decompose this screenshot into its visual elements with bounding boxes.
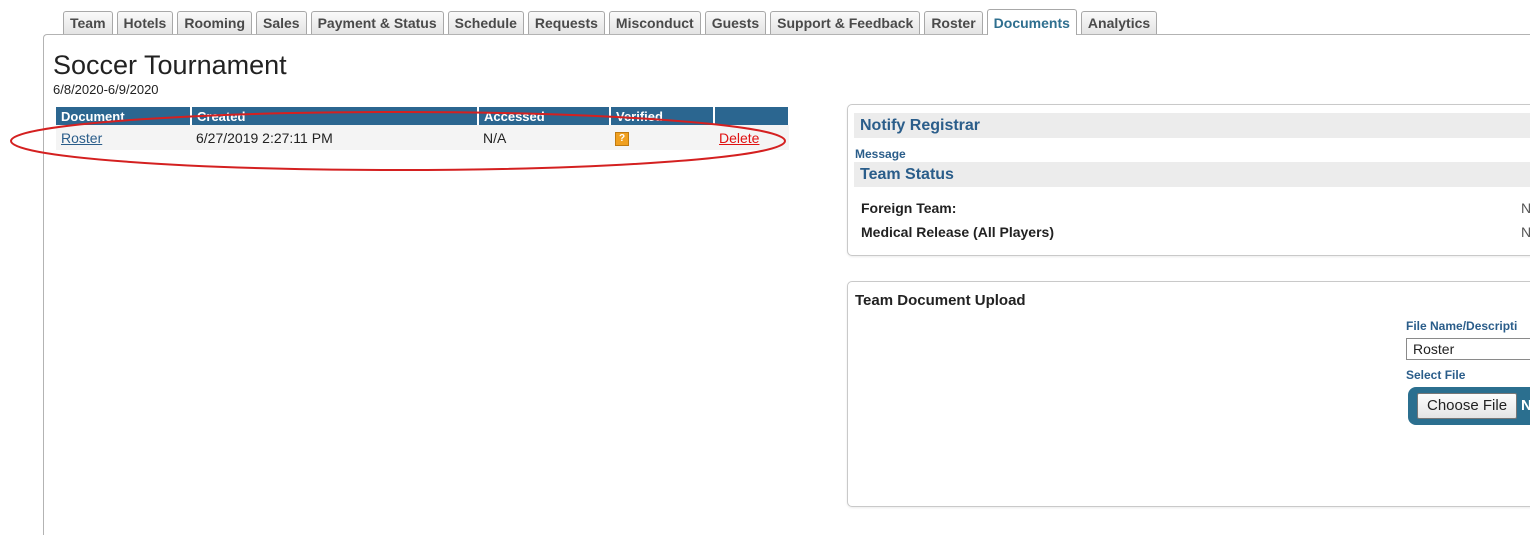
tab-analytics[interactable]: Analytics: [1080, 11, 1158, 35]
document-upload-card: Team Document Upload File Name/Descripti…: [847, 281, 1530, 507]
tab-hotels[interactable]: Hotels: [116, 11, 174, 35]
tab-support-feedback[interactable]: Support & Feedback: [770, 11, 921, 35]
document-link[interactable]: Roster: [61, 130, 102, 146]
team-status-header: Team Status: [854, 162, 1530, 187]
tab-rooming[interactable]: Rooming: [177, 11, 252, 35]
unverified-icon[interactable]: ?: [615, 131, 629, 146]
tab-sales[interactable]: Sales: [256, 11, 307, 35]
choose-file-button[interactable]: Choose File: [1417, 393, 1518, 419]
upload-title: Team Document Upload: [855, 292, 1026, 309]
column-header-created[interactable]: Created: [191, 107, 479, 125]
delete-link[interactable]: Delete: [719, 130, 759, 146]
verified-cell: ?: [610, 125, 714, 150]
notify-registrar-header: Notify Registrar: [854, 113, 1530, 138]
medical-release-value: N: [1521, 224, 1530, 240]
tab-documents[interactable]: Documents: [986, 9, 1077, 35]
no-file-text: N: [1521, 397, 1530, 414]
file-picker: Choose File N: [1408, 387, 1530, 425]
tab-roster[interactable]: Roster: [924, 11, 983, 35]
column-header-document[interactable]: Document: [56, 107, 192, 125]
column-header-accessed[interactable]: Accessed: [478, 107, 611, 125]
medical-release-label: Medical Release (All Players): [861, 224, 1054, 240]
tab-misconduct[interactable]: Misconduct: [608, 11, 701, 35]
file-name-input[interactable]: [1406, 338, 1530, 360]
file-name-label: File Name/Descripti: [1406, 319, 1518, 333]
message-link[interactable]: Message: [855, 147, 906, 161]
tab-team[interactable]: Team: [63, 11, 113, 35]
tab-guests[interactable]: Guests: [704, 11, 767, 35]
table-header-row: Document Created Accessed Verified: [56, 107, 790, 125]
created-cell: 6/27/2019 2:27:11 PM: [191, 125, 478, 150]
accessed-cell: N/A: [478, 125, 610, 150]
tab-schedule[interactable]: Schedule: [447, 11, 524, 35]
tab-requests[interactable]: Requests: [527, 11, 605, 35]
table-row: Roster 6/27/2019 2:27:11 PM N/A ? Delete: [56, 125, 789, 150]
event-dates: 6/8/2020-6/9/2020: [53, 82, 159, 97]
documents-table: Document Created Accessed Verified Roste…: [56, 107, 790, 150]
column-header-actions: [714, 107, 790, 125]
column-header-verified[interactable]: Verified: [610, 107, 715, 125]
page-title: Soccer Tournament: [53, 50, 287, 80]
tab-payment-status[interactable]: Payment & Status: [310, 11, 444, 35]
select-file-label: Select File: [1406, 368, 1466, 382]
foreign-team-value: N: [1521, 200, 1530, 216]
notify-registrar-card: Notify Registrar Message Team Status For…: [847, 104, 1530, 256]
foreign-team-label: Foreign Team:: [861, 200, 957, 216]
tab-bar: Team Hotels Rooming Sales Payment & Stat…: [63, 9, 1161, 35]
